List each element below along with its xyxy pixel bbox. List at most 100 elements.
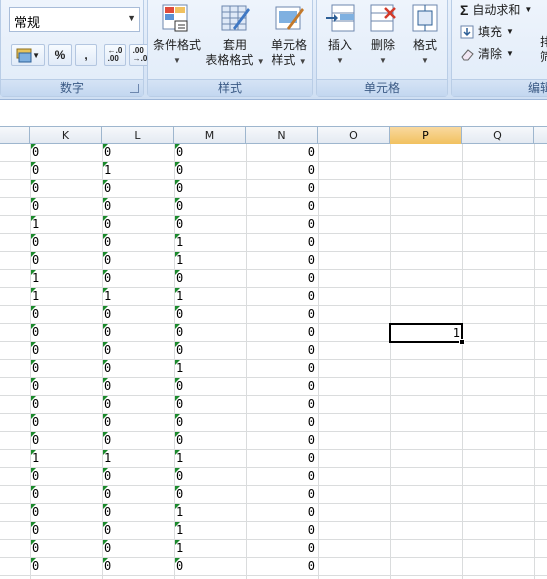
cell-m[interactable]: 0 xyxy=(174,324,246,341)
cell-m[interactable]: 0 xyxy=(174,216,246,233)
cell-k[interactable]: 0 xyxy=(30,252,102,269)
cell-l[interactable]: 0 xyxy=(102,324,174,341)
cell-l[interactable]: 0 xyxy=(102,486,174,503)
cell-k[interactable]: 1 xyxy=(30,288,102,305)
cell-k[interactable]: 0 xyxy=(30,234,102,251)
autosum-button[interactable]: Σ 自动求和 ▼ xyxy=(460,1,532,18)
cell-l[interactable]: 0 xyxy=(102,234,174,251)
cell-l[interactable]: 1 xyxy=(102,162,174,179)
cell-m[interactable]: 0 xyxy=(174,270,246,287)
cell-m[interactable]: 0 xyxy=(174,486,246,503)
number-dialog-launcher-icon[interactable] xyxy=(130,84,139,93)
cell-l[interactable]: 0 xyxy=(102,360,174,377)
cell-k[interactable]: 0 xyxy=(30,432,102,449)
cell-n[interactable]: 0 xyxy=(246,522,318,539)
cell-m[interactable]: 0 xyxy=(174,414,246,431)
cell-m[interactable]: 1 xyxy=(174,360,246,377)
cell-n[interactable]: 0 xyxy=(246,486,318,503)
cell-n[interactable]: 0 xyxy=(246,162,318,179)
fill-button[interactable]: 填充 ▼ xyxy=(460,23,514,40)
cell-k[interactable]: 0 xyxy=(30,180,102,197)
clear-button[interactable]: 清除 ▼ xyxy=(460,45,514,62)
cell-m[interactable]: 0 xyxy=(174,468,246,485)
cell-styles-button[interactable]: 单元格 样式 ▼ xyxy=(266,2,312,69)
cell-k[interactable]: 0 xyxy=(30,504,102,521)
column-header-o[interactable]: O xyxy=(318,127,390,144)
cell-k[interactable]: 1 xyxy=(30,450,102,467)
cell-m[interactable]: 0 xyxy=(174,396,246,413)
cell-l[interactable]: 0 xyxy=(102,540,174,557)
sort-filter-button[interactable]: 排 筛 xyxy=(540,35,547,65)
cell-m[interactable]: 1 xyxy=(174,504,246,521)
format-cells-button[interactable]: 格式 ▼ xyxy=(405,2,445,68)
cell-n[interactable]: 0 xyxy=(246,378,318,395)
column-header-l[interactable]: L xyxy=(102,127,174,144)
cell-k[interactable]: 0 xyxy=(30,396,102,413)
cell-m[interactable]: 1 xyxy=(174,522,246,539)
increase-decimal-button[interactable]: ←.0.00 xyxy=(104,44,126,66)
cell-n[interactable]: 0 xyxy=(246,414,318,431)
cell-k[interactable]: 0 xyxy=(30,414,102,431)
cell-n[interactable]: 0 xyxy=(246,360,318,377)
cell-n[interactable]: 0 xyxy=(246,504,318,521)
cell-n[interactable]: 0 xyxy=(246,450,318,467)
cell-k[interactable]: 0 xyxy=(30,306,102,323)
cell-n[interactable]: 0 xyxy=(246,396,318,413)
cell-k[interactable]: 0 xyxy=(30,360,102,377)
cell-l[interactable]: 0 xyxy=(102,306,174,323)
number-format-combo[interactable]: 常规 ▼ xyxy=(9,7,140,32)
cell-l[interactable]: 1 xyxy=(102,450,174,467)
cell-n[interactable]: 0 xyxy=(246,252,318,269)
cell-m[interactable]: 0 xyxy=(174,144,246,161)
cell-l[interactable]: 0 xyxy=(102,180,174,197)
cell-l[interactable]: 0 xyxy=(102,216,174,233)
column-header-n[interactable]: N xyxy=(246,127,318,144)
cell-k[interactable]: 0 xyxy=(30,558,102,575)
cell-k[interactable]: 1 xyxy=(30,270,102,287)
cell-l[interactable]: 0 xyxy=(102,252,174,269)
cell-n[interactable]: 0 xyxy=(246,342,318,359)
column-header-partial[interactable] xyxy=(0,127,30,144)
cell-k[interactable]: 0 xyxy=(30,144,102,161)
percent-button[interactable]: % xyxy=(48,44,72,66)
cell-k[interactable]: 0 xyxy=(30,486,102,503)
column-header-p[interactable]: P xyxy=(390,127,462,144)
cell-n[interactable]: 0 xyxy=(246,180,318,197)
cell-m[interactable]: 0 xyxy=(174,180,246,197)
cell-l[interactable]: 0 xyxy=(102,432,174,449)
cell-l[interactable]: 0 xyxy=(102,558,174,575)
cell-k[interactable]: 0 xyxy=(30,324,102,341)
cell-l[interactable]: 0 xyxy=(102,342,174,359)
cell-k[interactable]: 0 xyxy=(30,540,102,557)
cell-n[interactable]: 0 xyxy=(246,198,318,215)
cell-l[interactable]: 0 xyxy=(102,198,174,215)
cell-k[interactable]: 0 xyxy=(30,378,102,395)
cell-m[interactable]: 0 xyxy=(174,378,246,395)
cell-l[interactable]: 0 xyxy=(102,414,174,431)
cell-k[interactable]: 0 xyxy=(30,468,102,485)
cell-l[interactable]: 0 xyxy=(102,504,174,521)
cell-l[interactable]: 0 xyxy=(102,522,174,539)
delete-cells-button[interactable]: 删除 ▼ xyxy=(364,2,402,68)
cell-m[interactable]: 1 xyxy=(174,450,246,467)
cell-n[interactable]: 0 xyxy=(246,306,318,323)
cell-n[interactable]: 0 xyxy=(246,432,318,449)
cell-l[interactable]: 0 xyxy=(102,396,174,413)
cell-n[interactable]: 0 xyxy=(246,216,318,233)
column-header-k[interactable]: K xyxy=(30,127,102,144)
cell-l[interactable]: 0 xyxy=(102,144,174,161)
cell-m[interactable]: 1 xyxy=(174,288,246,305)
cell-l[interactable]: 0 xyxy=(102,270,174,287)
comma-button[interactable]: , xyxy=(75,44,97,66)
cell-l[interactable]: 0 xyxy=(102,468,174,485)
cell-n[interactable]: 0 xyxy=(246,324,318,341)
cell-l[interactable]: 0 xyxy=(102,378,174,395)
cell-grid[interactable]: 0000010000000000100000100010100011100000… xyxy=(0,144,547,579)
conditional-format-button[interactable]: 条件格式 ▼ xyxy=(151,2,203,68)
fill-handle[interactable] xyxy=(459,339,465,345)
cell-n[interactable]: 0 xyxy=(246,270,318,287)
cell-k[interactable]: 0 xyxy=(30,162,102,179)
cell-n[interactable]: 0 xyxy=(246,558,318,575)
insert-cells-button[interactable]: 插入 ▼ xyxy=(321,2,359,68)
cell-m[interactable]: 0 xyxy=(174,198,246,215)
